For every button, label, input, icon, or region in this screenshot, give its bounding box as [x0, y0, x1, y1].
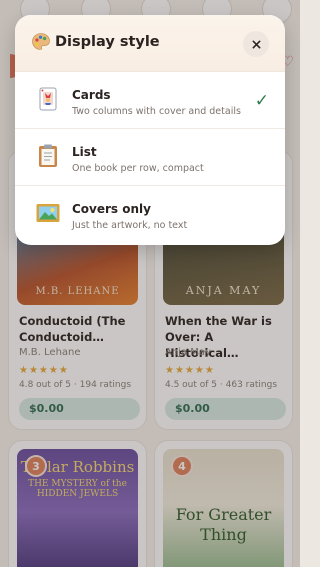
- joker-card-icon: [39, 87, 57, 111]
- option-covers-only[interactable]: Covers only Just the artwork, no text: [15, 186, 285, 243]
- option-label: List: [72, 145, 97, 159]
- clipboard-icon: [39, 144, 57, 167]
- checkmark-icon: ✓: [254, 91, 269, 111]
- option-label: Cards: [72, 88, 111, 102]
- option-description: One book per row, compact: [72, 163, 204, 174]
- close-button[interactable]: [243, 31, 269, 57]
- dialog-header: Display style: [15, 15, 285, 72]
- dialog-title: Display style: [55, 34, 160, 50]
- option-list[interactable]: List One book per row, compact: [15, 129, 285, 186]
- dialog-title-group: Display style: [31, 32, 160, 52]
- option-cards[interactable]: Cards Two columns with cover and details…: [15, 72, 285, 129]
- palette-icon: [32, 33, 50, 50]
- option-description: Just the artwork, no text: [72, 220, 188, 231]
- option-description: Two columns with cover and details: [72, 106, 241, 117]
- close-icon: [252, 40, 260, 48]
- framed-picture-icon: [36, 204, 60, 222]
- display-style-dialog: Display style Cards Two columns with cov…: [15, 15, 285, 245]
- option-label: Covers only: [72, 202, 151, 216]
